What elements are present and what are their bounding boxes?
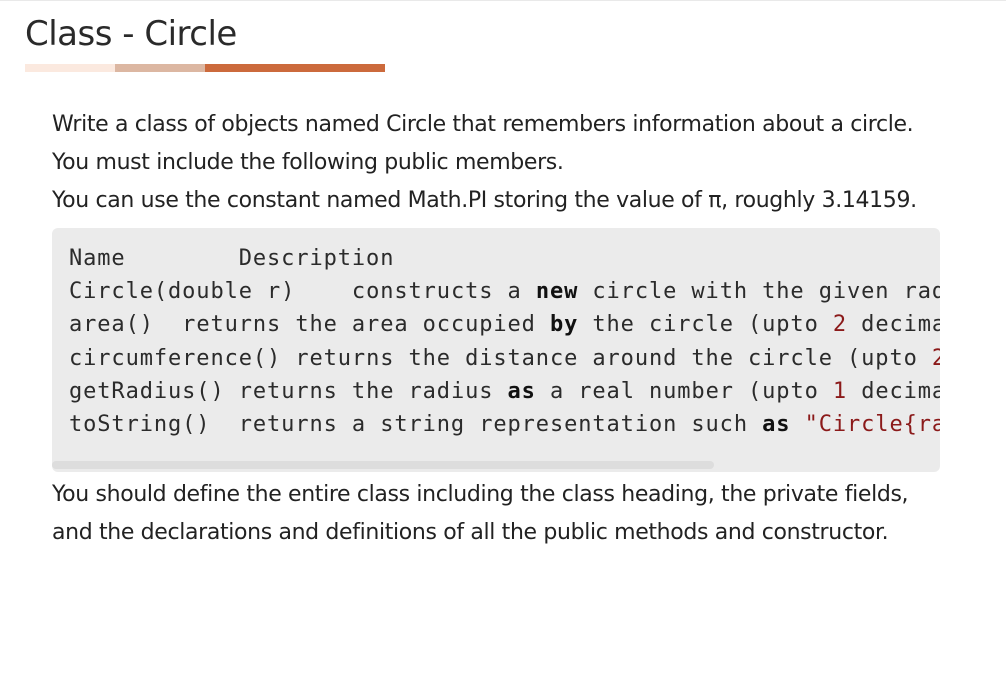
code-string: "Circle{ra [804,412,940,438]
title-underline [25,64,385,72]
code-row: toString() returns a string representati… [69,412,940,437]
underline-segment-mid [115,64,205,72]
code-method-name: toString() [69,412,211,438]
code-header: Name Description [69,246,395,271]
code-text-segment: returns the area occupied [182,312,550,338]
code-number: 1 [832,378,848,404]
code-keyword: new [535,279,579,305]
code-text-segment: returns a string representation such [238,412,763,438]
code-number: 2 [931,345,940,371]
code-method-name: getRadius() [69,378,225,404]
code-method-name: circumference() [69,345,282,371]
intro-line-2: You can use the constant named Math.PI s… [52,188,917,213]
problem-content: Write a class of objects named Circle th… [52,106,940,552]
code-text-segment: decima [847,378,940,404]
code-method-name: Circle(double r) [69,279,296,305]
code-text-segment: returns the distance around the circle (… [295,345,932,371]
code-text: Name Description Circle(double r) constr… [69,242,940,441]
code-text-segment: decima [847,312,940,338]
code-row: area() returns the area occupied by the … [69,312,940,337]
intro-line-1: Write a class of objects named Circle th… [52,112,914,175]
code-text-segment: circle with the given rad [578,279,940,305]
code-row: circumference() returns the distance aro… [69,346,940,371]
code-row: Circle(double r) constructs a new circle… [69,279,940,304]
outro-paragraph: You should define the entire class inclu… [52,482,909,545]
code-number: 2 [832,312,848,338]
code-text-segment: returns the radius [238,378,508,404]
page-title: Class - Circle [25,14,237,54]
underline-segment-accent [205,64,385,72]
code-text-segment [790,412,804,437]
code-method-name: area() [69,312,154,338]
code-keyword: as [507,378,536,404]
top-divider [0,0,1006,1]
code-text-segment: the circle (upto [578,312,833,338]
code-keyword: by [549,312,579,338]
horizontal-scrollbar[interactable] [52,461,714,469]
code-row: getRadius() returns the radius as a real… [69,379,940,404]
code-text-segment: a real number (upto [535,378,833,404]
intro-paragraph: Write a class of objects named Circle th… [52,106,940,220]
underline-segment-light [25,64,115,72]
code-text-segment: constructs a [351,279,536,305]
code-block[interactable]: Name Description Circle(double r) constr… [52,228,940,472]
code-keyword: as [762,412,791,438]
